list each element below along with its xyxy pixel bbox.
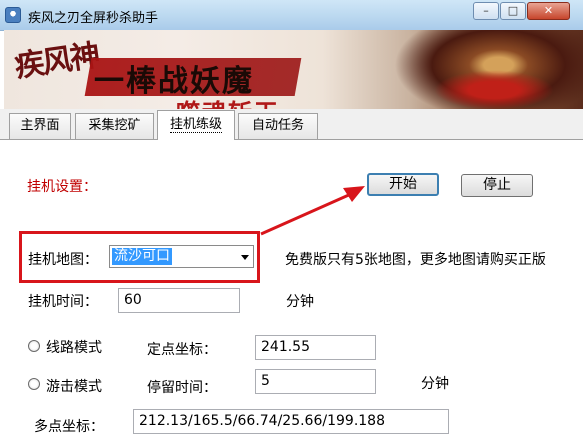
arrow-head — [343, 186, 365, 202]
arrow-shaft — [260, 192, 352, 236]
annotation-arrow — [260, 186, 365, 236]
